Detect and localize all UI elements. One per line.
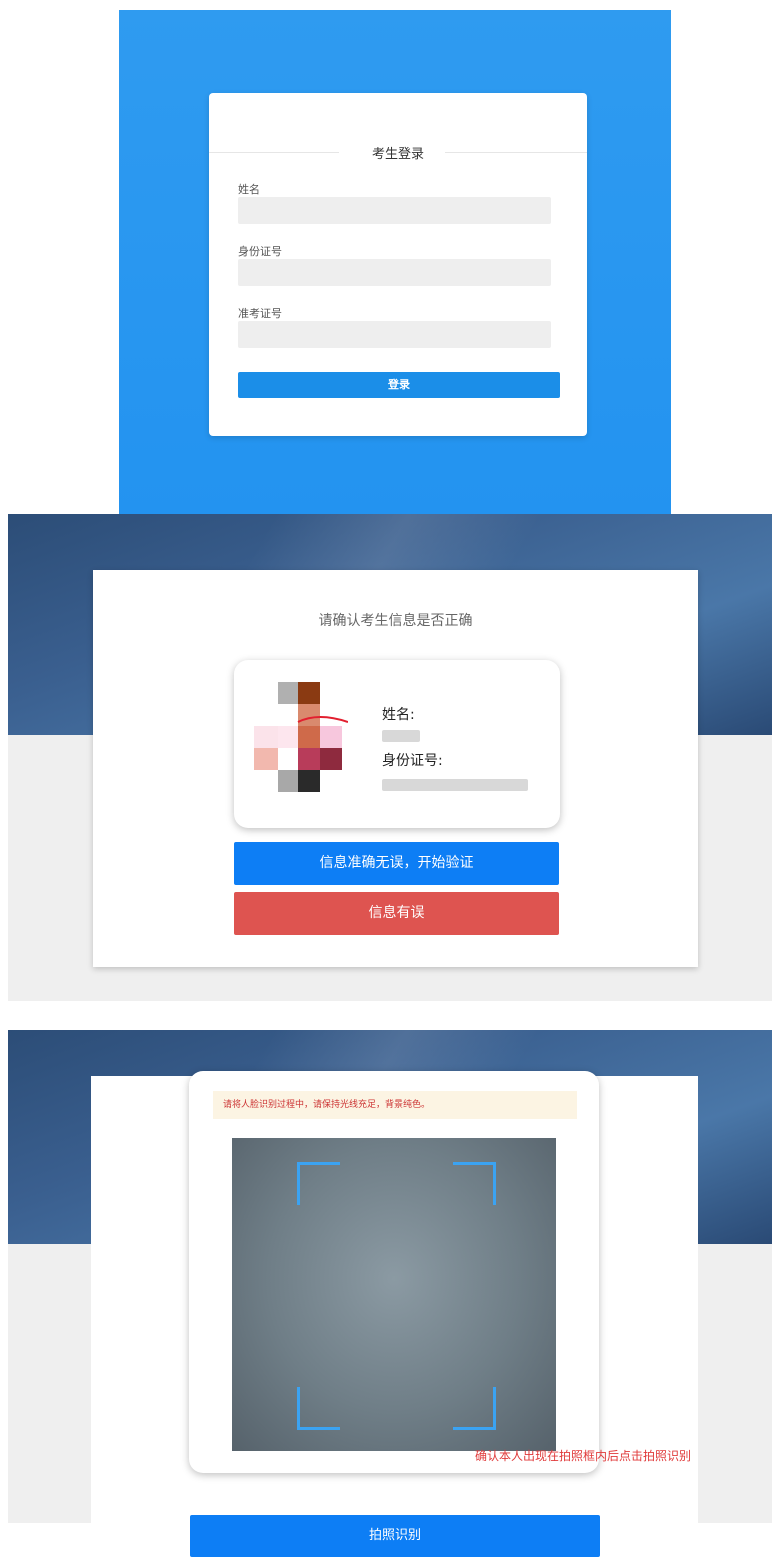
name-label: 姓名 — [238, 183, 260, 196]
name-field-label: 姓名: — [382, 707, 415, 723]
info-error-button[interactable]: 信息有误 — [234, 892, 559, 935]
name-value-redacted — [382, 730, 420, 742]
id-field-label: 身份证号: — [382, 753, 443, 769]
frame-corner-bottom-right — [453, 1387, 496, 1430]
frame-corner-bottom-left — [297, 1387, 340, 1430]
login-title-text: 考生登录 — [359, 147, 436, 162]
candidate-photo — [254, 682, 348, 792]
login-panel: 考生登录 姓名 身份证号 准考证号 登录 — [119, 10, 671, 514]
login-card: 考生登录 姓名 身份证号 准考证号 登录 — [209, 93, 587, 436]
id-number-label: 身份证号 — [238, 245, 282, 258]
admission-ticket-input[interactable] — [238, 321, 551, 348]
capture-hint: 确认本人出现在拍照框内后点击拍照识别 — [475, 1449, 692, 1463]
frame-corner-top-left — [297, 1162, 340, 1205]
camera-preview — [232, 1138, 556, 1451]
login-title: 考生登录 — [209, 143, 587, 162]
confirm-panel: 请确认考生信息是否正确 姓名: 身份证号: 信息准确无误，开始验证 信息有误 — [8, 514, 772, 1001]
admission-ticket-label: 准考证号 — [238, 307, 282, 320]
notice-banner: 请将人脸识别过程中，请保持光线充足，背景纯色。 — [213, 1091, 577, 1119]
login-button[interactable]: 登录 — [238, 372, 560, 398]
confirm-title: 请确认考生信息是否正确 — [318, 613, 473, 629]
frame-corner-top-right — [453, 1162, 496, 1205]
candidate-info-box: 姓名: 身份证号: — [234, 660, 560, 828]
take-photo-button[interactable]: 拍照识别 — [190, 1515, 600, 1557]
capture-box: 请将人脸识别过程中，请保持光线充足，背景纯色。 — [189, 1071, 599, 1473]
confirm-card: 请确认考生信息是否正确 姓名: 身份证号: 信息准确无误，开始验证 信息有误 — [93, 570, 698, 967]
confirm-start-button[interactable]: 信息准确无误，开始验证 — [234, 842, 559, 885]
id-number-input[interactable] — [238, 259, 551, 286]
id-value-redacted — [382, 779, 528, 791]
name-input[interactable] — [238, 197, 551, 224]
